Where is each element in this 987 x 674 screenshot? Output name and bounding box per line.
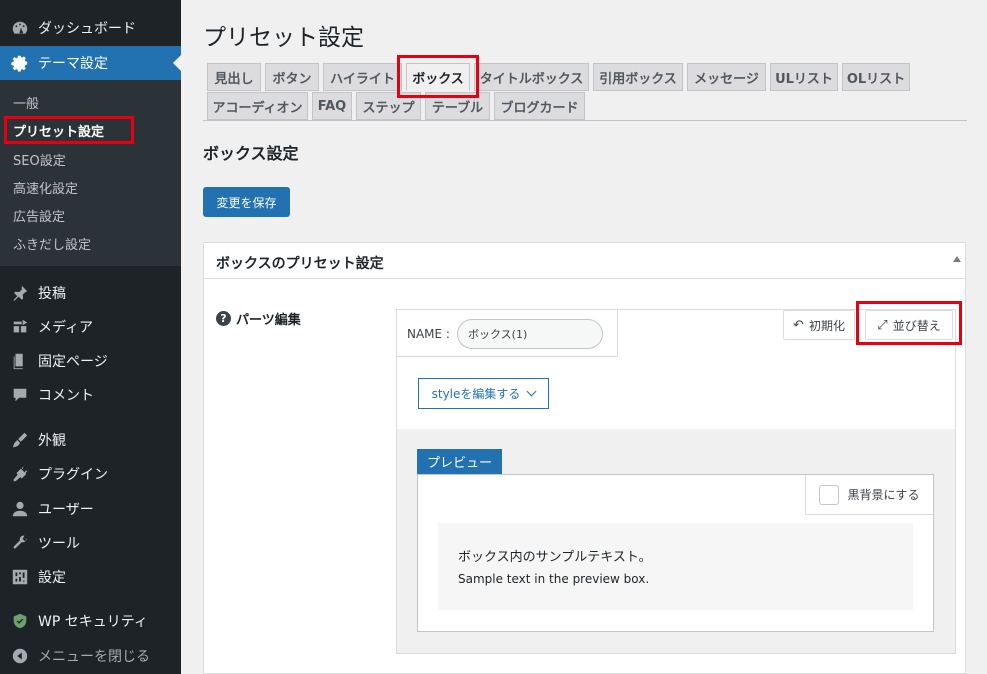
section-title: ボックス設定 <box>203 144 299 163</box>
name-field-group: NAME : ボックス(1) <box>397 310 618 357</box>
panel-header[interactable]: ボックスのプリセット設定 <box>204 243 965 279</box>
panel-title: ボックスのプリセット設定 <box>216 256 384 272</box>
collapse-icon <box>10 646 30 666</box>
tab-ol-list[interactable]: OLリスト <box>842 63 910 91</box>
active-indicator <box>173 55 181 71</box>
sidebar-item-label: WP セキュリティ <box>38 614 148 630</box>
sidebar-item-plugins[interactable]: プラグイン <box>0 457 181 491</box>
pin-icon <box>10 283 30 303</box>
sidebar-item-label: 設定 <box>38 570 66 586</box>
sidebar-item-wp-security[interactable]: WP セキュリティ <box>0 604 181 638</box>
help-icon[interactable]: ? <box>216 311 231 326</box>
sidebar-item-label: ユーザー <box>38 502 94 518</box>
sidebar-item-theme-settings[interactable]: テーマ設定 <box>0 46 181 80</box>
chevron-down-icon <box>526 386 537 397</box>
highlight-box-sort <box>856 301 962 345</box>
tab-faq[interactable]: FAQ <box>312 92 352 120</box>
parts-edit-label: ? パーツ編集 <box>216 309 301 328</box>
tab-blog-card[interactable]: ブログカード <box>494 92 585 120</box>
sidebar-item-label: メニューを閉じる <box>38 649 150 665</box>
sample-text-en: Sample text in the preview box. <box>458 572 650 586</box>
tab-accordion[interactable]: アコーディオン <box>207 92 308 120</box>
sidebar-item-dashboard[interactable]: ダッシュボード <box>0 11 181 45</box>
preview-label: プレビュー <box>417 449 502 474</box>
tabs-divider <box>203 120 967 121</box>
sidebar-item-posts[interactable]: 投稿 <box>0 276 181 310</box>
sidebar-item-label: テーマ設定 <box>38 56 108 72</box>
sidebar-item-label: 投稿 <box>38 286 66 302</box>
user-icon <box>10 499 30 519</box>
tab-button[interactable]: ボタン <box>265 63 319 91</box>
submenu-item-general[interactable]: 一般 <box>13 93 39 112</box>
sidebar-item-label: 外観 <box>38 433 66 449</box>
sidebar-item-appearance[interactable]: 外観 <box>0 423 181 457</box>
submenu-item-balloon[interactable]: ふきだし設定 <box>13 234 91 253</box>
reset-button[interactable]: ↶ 初期化 <box>783 310 855 340</box>
gear-icon <box>10 53 30 73</box>
name-input[interactable]: ボックス(1) <box>457 319 603 349</box>
submenu-item-seo[interactable]: SEO設定 <box>13 150 66 169</box>
sample-text-jp: ボックス内のサンプルテキスト。 <box>458 550 652 565</box>
sample-box: ボックス内のサンプルテキスト。 Sample text in the previ… <box>438 523 913 610</box>
sidebar-item-label: 固定ページ <box>38 354 108 370</box>
dark-background-label: 黒背景にする <box>847 488 920 502</box>
preview-box: 黒背景にする ボックス内のサンプルテキスト。 Sample text in th… <box>417 474 934 632</box>
sidebar-item-label: プラグイン <box>38 467 108 483</box>
preset-panel: ボックスのプリセット設定 ? パーツ編集 NAME : ボックス(1) ↶ 初期… <box>203 242 966 674</box>
tab-message[interactable]: メッセージ <box>687 63 766 91</box>
dark-background-checkbox[interactable] <box>819 484 840 505</box>
tab-ul-list[interactable]: ULリスト <box>770 63 838 91</box>
settings-icon <box>10 567 30 587</box>
sidebar-item-pages[interactable]: 固定ページ <box>0 344 181 378</box>
tab-heading[interactable]: 見出し <box>207 63 261 91</box>
submenu-item-ads[interactable]: 広告設定 <box>13 206 65 225</box>
highlight-box-tab <box>397 55 479 98</box>
edit-style-label: styleを編集する <box>431 387 521 401</box>
collapse-arrow-icon[interactable] <box>953 256 961 262</box>
collapse-menu-button[interactable]: メニューを閉じる <box>0 639 181 673</box>
plugin-icon <box>10 464 30 484</box>
sidebar-item-comments[interactable]: コメント <box>0 378 181 412</box>
admin-sidebar: ダッシュボード テーマ設定 一般 プリセット設定 SEO設定 高速化設定 広告設… <box>0 0 181 674</box>
parts-editor: NAME : ボックス(1) ↶ 初期化 ⤢ 並び替え styleを編集する プ… <box>396 309 956 654</box>
sidebar-item-settings[interactable]: 設定 <box>0 560 181 594</box>
media-icon <box>10 317 30 337</box>
dashboard-icon <box>10 18 30 38</box>
sidebar-item-label: コメント <box>38 388 94 404</box>
comment-icon <box>10 385 30 405</box>
dark-background-toggle[interactable]: 黒背景にする <box>805 475 933 515</box>
tab-quote-box[interactable]: 引用ボックス <box>593 63 683 91</box>
sidebar-item-label: メディア <box>38 320 94 336</box>
tab-highlight[interactable]: ハイライト <box>323 63 402 91</box>
sidebar-item-media[interactable]: メディア <box>0 310 181 344</box>
undo-icon: ↶ <box>793 317 804 333</box>
brush-icon <box>10 430 30 450</box>
save-button[interactable]: 変更を保存 <box>203 187 290 217</box>
shield-icon <box>10 611 30 631</box>
theme-settings-submenu: 一般 プリセット設定 SEO設定 高速化設定 広告設定 ふきだし設定 <box>0 80 181 266</box>
sidebar-item-users[interactable]: ユーザー <box>0 492 181 526</box>
wrench-icon <box>10 533 30 553</box>
sidebar-item-tools[interactable]: ツール <box>0 526 181 560</box>
edit-style-button[interactable]: styleを編集する <box>418 378 549 409</box>
highlight-box-preset <box>4 116 134 144</box>
sidebar-item-label: ツール <box>38 536 80 552</box>
page-icon <box>10 351 30 371</box>
name-label: NAME : <box>407 327 450 341</box>
preview-area: プレビュー 黒背景にする ボックス内のサンプルテキスト。 Sample text… <box>397 429 955 653</box>
sidebar-item-label: ダッシュボード <box>38 21 136 37</box>
tab-title-box[interactable]: タイトルボックス <box>474 63 589 91</box>
reset-label: 初期化 <box>808 318 845 333</box>
page-title: プリセット設定 <box>203 25 364 51</box>
submenu-item-speed[interactable]: 高速化設定 <box>13 178 78 197</box>
main-content: プリセット設定 見出し ボタン ハイライト ボックス タイトルボックス 引用ボッ… <box>181 0 987 674</box>
parts-edit-text: パーツ編集 <box>236 313 301 328</box>
